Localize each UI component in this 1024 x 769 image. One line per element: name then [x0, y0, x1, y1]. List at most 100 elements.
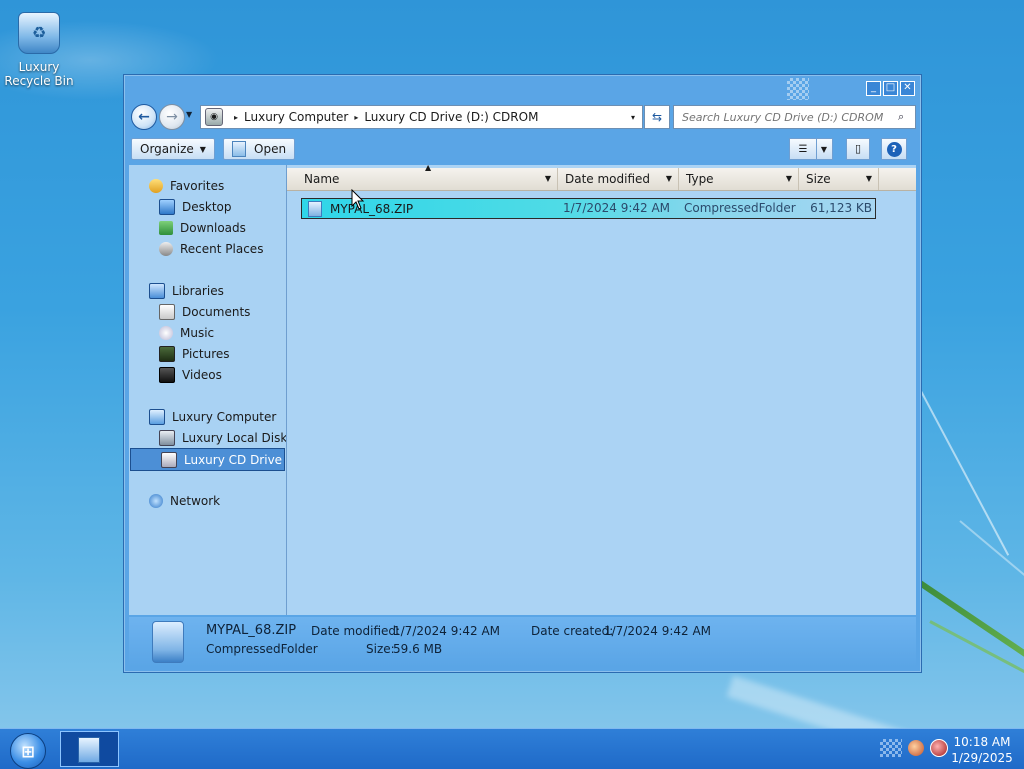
chevron-down-icon: ▼ — [199, 144, 206, 154]
nav-cd-drive-label: Luxury CD Drive (D:) — [184, 452, 286, 467]
chevron-down-icon[interactable]: ▼ — [866, 174, 872, 183]
help-button[interactable]: ? — [881, 138, 907, 160]
nav-recent-places[interactable]: Recent Places — [129, 238, 286, 259]
table-row[interactable]: MYPAL_68.ZIP 1/7/2024 9:42 AM Compressed… — [301, 198, 876, 219]
nav-desktop[interactable]: Desktop — [129, 196, 286, 217]
details-file-name: MYPAL_68.ZIP — [206, 623, 297, 638]
pictures-icon — [159, 345, 175, 362]
preview-pane-icon: ▯ — [854, 142, 862, 155]
open-button[interactable]: Open — [223, 138, 296, 160]
minimize-button[interactable]: _ — [866, 81, 881, 96]
details-date-created-label: Date created: — [531, 624, 614, 638]
back-button[interactable]: ← — [131, 104, 157, 130]
music-icon — [159, 325, 173, 340]
volume-icon[interactable] — [930, 739, 948, 757]
recycle-bin-label-line2: Recycle Bin — [4, 74, 74, 88]
maximize-button[interactable]: □ — [883, 81, 898, 96]
search-box[interactable]: ⌕ — [673, 105, 916, 129]
nav-local-disk[interactable]: Luxury Local Disk (C:) — [129, 427, 286, 448]
column-date-modified[interactable]: Date modified ▼ — [558, 168, 679, 190]
nav-downloads[interactable]: Downloads — [129, 217, 286, 238]
nav-music[interactable]: Music — [129, 322, 286, 343]
details-date-created-value: 1/7/2024 9:42 AM — [604, 624, 712, 638]
breadcrumb-separator-icon[interactable]: ▸ — [354, 113, 358, 122]
chevron-down-icon[interactable]: ▼ — [666, 174, 672, 183]
recycle-bin-label-line1: Luxury — [18, 60, 60, 74]
change-view-button[interactable]: ☰ ▼ — [789, 138, 833, 160]
documents-icon — [159, 303, 175, 320]
search-icon[interactable]: ⌕ — [898, 110, 914, 124]
nav-documents[interactable]: Documents — [129, 301, 286, 322]
file-size: 61,123 KB — [810, 201, 872, 215]
refresh-button[interactable]: ⇆ — [644, 105, 670, 129]
network-icon — [149, 493, 163, 508]
network-group: Network — [129, 490, 286, 511]
file-date-modified: 1/7/2024 9:42 AM — [563, 201, 671, 215]
column-name-label: Name — [304, 172, 340, 186]
taskbar: ⊞ 10:18 AM 1/29/2025 — [0, 728, 1024, 769]
nav-favorites[interactable]: Favorites — [129, 175, 286, 196]
chevron-down-icon[interactable]: ▼ — [786, 174, 792, 183]
nav-network[interactable]: Network — [129, 490, 286, 511]
organize-button[interactable]: Organize ▼ — [131, 138, 215, 160]
windows-logo-icon: ⊞ — [21, 741, 35, 761]
refresh-icon: ⇆ — [651, 110, 663, 124]
mouse-cursor-icon — [351, 189, 365, 210]
wallpaper-streak — [959, 520, 1024, 599]
details-date-modified-value: 1/7/2024 9:42 AM — [393, 624, 501, 638]
recent-pages-dropdown[interactable]: ▼ — [186, 110, 192, 119]
nav-documents-label: Documents — [182, 304, 251, 319]
nav-luxury-computer-label: Luxury Computer — [172, 409, 277, 424]
nav-libraries-label: Libraries — [172, 283, 224, 298]
explorer-icon — [78, 737, 100, 763]
search-input[interactable] — [680, 109, 898, 125]
nav-pictures[interactable]: Pictures — [129, 343, 286, 364]
nav-desktop-label: Desktop — [182, 199, 232, 214]
nav-network-label: Network — [170, 493, 221, 508]
cd-drive-icon: ◉ — [205, 108, 223, 126]
column-type[interactable]: Type ▼ — [679, 168, 799, 190]
details-view-icon: ☰ — [798, 143, 808, 155]
forward-arrow-icon: → — [166, 109, 178, 125]
file-list-pane: ▲ Name ▼ Date modified ▼ Type ▼ Size ▼ M… — [287, 163, 916, 615]
column-name[interactable]: Name ▼ — [297, 168, 558, 190]
breadcrumb-luxury-computer[interactable]: Luxury Computer — [244, 110, 348, 124]
breadcrumb-cd-drive[interactable]: Luxury CD Drive (D:) CDROM — [364, 110, 538, 124]
file-type: CompressedFolder — [684, 201, 796, 215]
recycle-bin-desktop-icon[interactable]: ♻ Luxury Recycle Bin — [4, 12, 74, 88]
forward-button[interactable]: → — [159, 104, 185, 130]
desktop-icon — [159, 198, 175, 215]
nav-music-label: Music — [180, 325, 215, 340]
help-icon: ? — [886, 141, 902, 157]
details-pane: MYPAL_68.ZIP CompressedFolder Date modif… — [129, 617, 916, 667]
address-bar[interactable]: ◉ ▸ Luxury Computer ▸ Luxury CD Drive (D… — [200, 105, 643, 129]
nav-luxury-computer[interactable]: Luxury Computer — [129, 406, 286, 427]
column-header: ▲ Name ▼ Date modified ▼ Type ▼ Size ▼ — [287, 163, 916, 191]
zip-file-icon — [152, 621, 184, 663]
back-arrow-icon: ← — [138, 109, 150, 125]
breadcrumb-separator-icon[interactable]: ▸ — [234, 113, 238, 122]
close-button[interactable]: ✕ — [900, 81, 915, 96]
column-size-label: Size — [806, 172, 831, 186]
star-icon — [149, 178, 163, 193]
nav-videos[interactable]: Videos — [129, 364, 286, 385]
column-type-label: Type — [686, 172, 714, 186]
nav-cd-drive[interactable]: Luxury CD Drive (D:) — [130, 448, 286, 471]
details-size-label: Size: — [366, 642, 395, 656]
clock[interactable]: 10:18 AM 1/29/2025 — [950, 734, 1014, 766]
computer-group: Luxury Computer Luxury Local Disk (C:) L… — [129, 406, 286, 471]
nav-pictures-label: Pictures — [182, 346, 230, 361]
chevron-down-icon[interactable]: ▼ — [545, 174, 551, 183]
column-size[interactable]: Size ▼ — [799, 168, 879, 190]
start-button[interactable]: ⊞ — [10, 733, 46, 769]
action-center-icon[interactable] — [908, 740, 924, 756]
nav-local-disk-label: Luxury Local Disk (C:) — [182, 430, 287, 445]
address-dropdown-icon[interactable]: ▾ — [624, 113, 642, 122]
nav-libraries[interactable]: Libraries — [129, 280, 286, 301]
explorer-window: _ □ ✕ ← → ▼ ◉ ▸ Luxury Computer ▸ Luxury… — [123, 74, 922, 673]
navigation-bar: ← → ▼ ◉ ▸ Luxury Computer ▸ Luxury CD Dr… — [129, 101, 916, 133]
taskbar-explorer-button[interactable] — [60, 731, 119, 767]
preview-pane-button[interactable]: ▯ — [846, 138, 870, 160]
wallpaper-leaf — [918, 580, 1024, 698]
chevron-down-icon: ▼ — [816, 139, 831, 159]
